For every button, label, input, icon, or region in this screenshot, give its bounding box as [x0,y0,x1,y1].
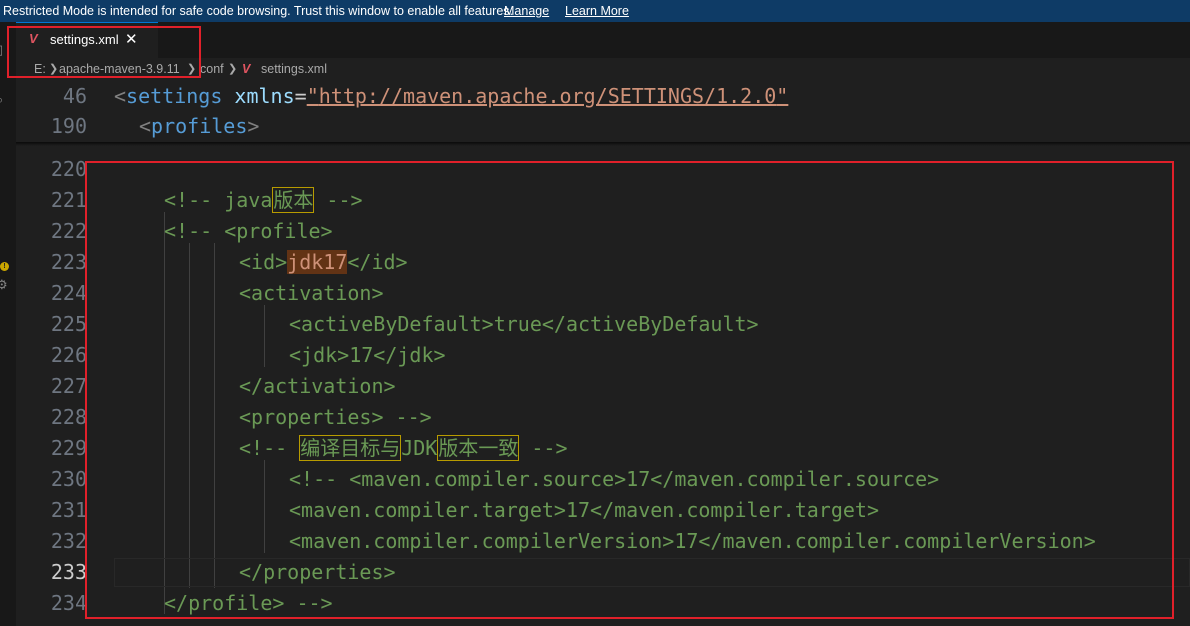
learn-more-link[interactable]: Learn More [565,0,629,22]
line-number: 234 [50,591,87,615]
breadcrumb-item-maven[interactable]: apache-maven-3.9.11 [59,58,180,80]
editor-tab-bar: V settings.xml ✕ [16,22,1190,58]
chevron-right-icon: ❯ [228,63,238,75]
source-control-icon[interactable]: › [0,134,8,149]
code-line: </properties> [239,560,396,584]
indent-guide [264,460,265,553]
code-line: <activeByDefault>true</activeByDefault> [289,312,759,336]
line-number: 225 [50,312,87,336]
xml-file-icon: V [29,31,38,46]
close-icon[interactable]: ✕ [125,30,138,48]
activity-bar: ▯ ⌕ › › › ! ⚙ [0,22,16,626]
sticky-scroll: 46 <settings xmlns="http://maven.apache.… [16,80,1190,142]
line-number: 229 [50,436,87,460]
search-icon[interactable]: ⌕ [0,92,8,107]
code-line: </activation> [239,374,396,398]
line-number: 221 [50,188,87,212]
highlighted-text: jdk17 [287,250,348,274]
code-line: </profile> --> [164,591,333,615]
explorer-icon[interactable]: ▯ [0,42,8,57]
code-line: <!-- <profile> [164,219,333,243]
code-line: <profiles> [139,114,260,138]
indent-guide [164,212,165,614]
code-editor[interactable]: 220 221 <!-- java版本 --> 222 <!-- <profil… [16,80,1190,626]
highlighted-text: 版本 [272,187,315,213]
line-number-active: 233 [50,560,87,584]
restricted-mode-message: Restricted Mode is intended for safe cod… [3,4,513,18]
line-number: 228 [50,405,87,429]
line-number: 232 [50,529,87,553]
sticky-scroll-shadow [16,142,1190,146]
code-line: <properties> --> [239,405,432,429]
breadcrumb-item-drive[interactable]: E: [34,58,46,80]
line-number: 224 [50,281,87,305]
highlighted-text: 编译目标与 [299,435,402,461]
chevron-right-icon: ❯ [49,63,59,75]
code-line: <id>jdk17</id> [239,250,408,274]
comment-open: <!-- java [164,188,273,212]
code-line: <!-- java版本 --> [164,187,363,213]
manage-link[interactable]: Manage [504,0,549,22]
line-number: 230 [50,467,87,491]
code-line: <!-- 编译目标与JDK版本一致 --> [239,435,568,461]
indent-guide [214,243,215,588]
restricted-mode-banner: Restricted Mode is intended for safe cod… [0,0,1190,22]
code-line: <activation> [239,281,384,305]
code-line: <!-- <maven.compiler.source>17</maven.co… [289,467,940,491]
extensions-icon[interactable]: › [0,224,8,239]
code-line: <settings xmlns="http://maven.apache.org… [114,84,789,108]
breadcrumb-item-conf[interactable]: conf [200,58,224,80]
run-debug-icon[interactable]: › [0,182,8,197]
code-line: <maven.compiler.target>17</maven.compile… [289,498,880,522]
xmlns-url-link: http://maven.apache.org/SETTINGS/1.2.0 [318,84,777,108]
breadcrumb: E: ❯ apache-maven-3.9.11 ❯ conf ❯ V sett… [16,58,1190,80]
line-number: 231 [50,498,87,522]
warning-badge-icon: ! [0,262,9,271]
highlighted-text: 版本一致 [437,435,520,461]
line-number: 190 [50,114,87,138]
indent-guide [264,305,265,367]
line-number: 227 [50,374,87,398]
breadcrumb-item-file[interactable]: settings.xml [261,58,327,80]
tab-settings-xml[interactable]: V settings.xml ✕ [16,22,158,58]
line-number: 220 [50,157,87,181]
code-line: <maven.compiler.compilerVersion>17</mave… [289,529,1096,553]
line-number: 46 [62,84,87,108]
line-number: 222 [50,219,87,243]
gear-icon[interactable]: ⚙ [0,277,8,292]
code-line: <jdk>17</jdk> [289,343,446,367]
line-number: 223 [50,250,87,274]
xml-file-icon: V [242,62,251,76]
tab-label: settings.xml [50,32,119,47]
line-number: 226 [50,343,87,367]
indent-guide [189,243,190,588]
chevron-right-icon: ❯ [187,63,197,75]
